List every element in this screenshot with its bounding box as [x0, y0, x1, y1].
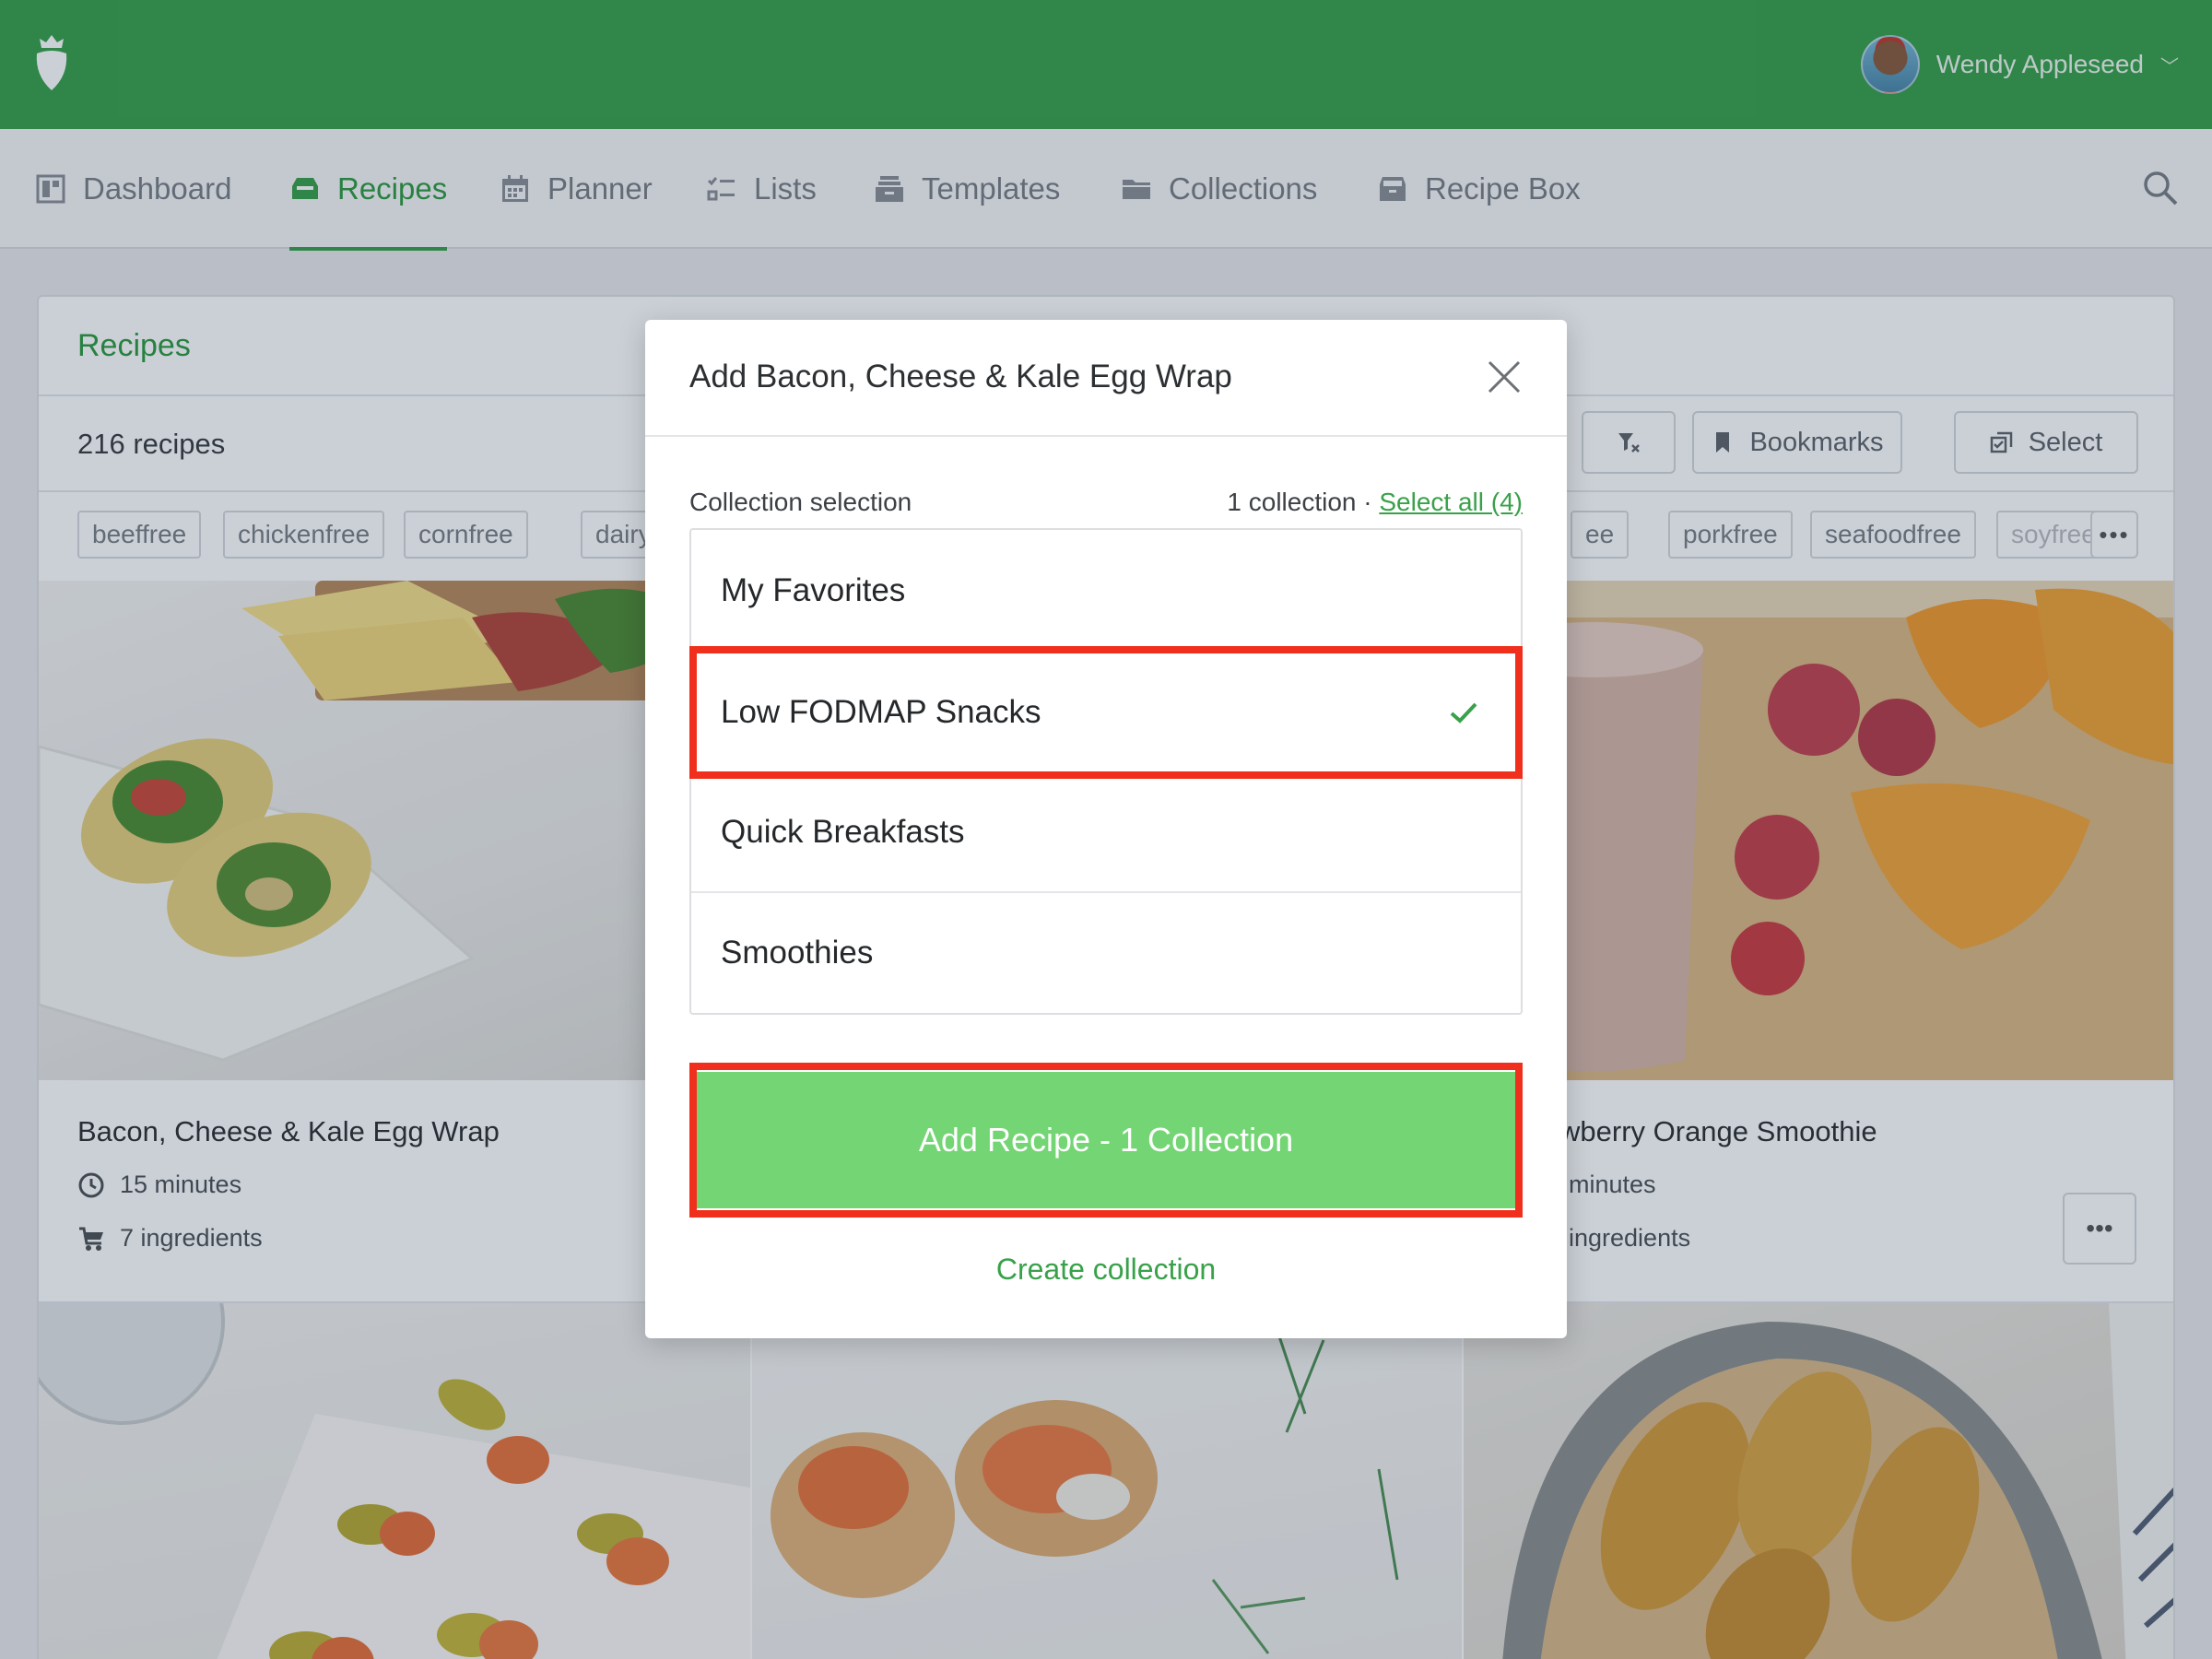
close-icon[interactable] — [1486, 359, 1523, 395]
add-recipe-button[interactable]: Add Recipe - 1 Collection — [697, 1072, 1515, 1208]
collection-selection-label: Collection selection — [689, 488, 912, 516]
selection-summary: 1 collection · Select all (4) — [1227, 488, 1523, 517]
dialog-title: Add Bacon, Cheese & Kale Egg Wrap — [689, 359, 1232, 394]
collection-option[interactable]: Quick Breakfasts — [691, 773, 1521, 893]
collection-name: My Favorites — [721, 572, 906, 608]
collection-name: Low FODMAP Snacks — [721, 694, 1041, 730]
collection-option-selected[interactable]: Low FODMAP Snacks — [691, 653, 1521, 773]
collection-name: Smoothies — [721, 935, 874, 971]
create-collection-link[interactable]: Create collection — [645, 1253, 1567, 1287]
separator: · — [1356, 488, 1380, 516]
add-to-collection-dialog: Add Bacon, Cheese & Kale Egg Wrap Collec… — [645, 320, 1567, 1338]
collection-list: My Favorites Low FODMAP Snacks Quick Bre… — [689, 528, 1523, 1015]
collection-name: Quick Breakfasts — [721, 814, 965, 850]
collection-option[interactable]: Smoothies — [691, 893, 1521, 1013]
selection-count: 1 collection — [1227, 488, 1357, 516]
collection-option[interactable]: My Favorites — [691, 530, 1521, 653]
select-all-link[interactable]: Select all (4) — [1379, 488, 1523, 516]
checkmark-icon — [1450, 702, 1477, 724]
dialog-header: Add Bacon, Cheese & Kale Egg Wrap — [645, 320, 1567, 437]
